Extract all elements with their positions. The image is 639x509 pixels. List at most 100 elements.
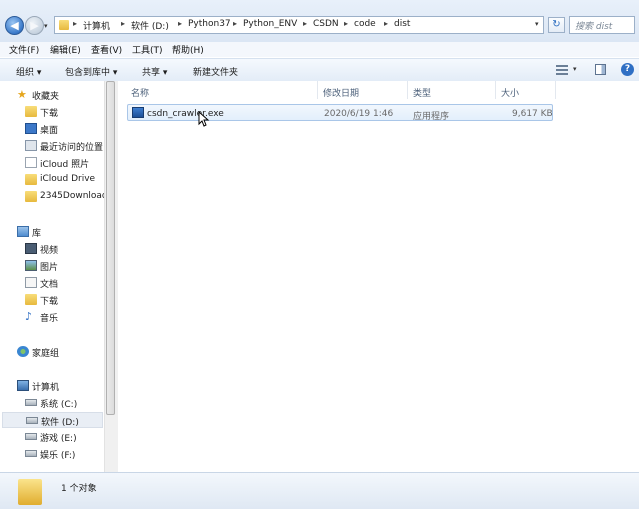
nav-favorites[interactable]: ★ 收藏夹 (17, 87, 105, 103)
column-divider[interactable] (407, 81, 408, 99)
back-button[interactable]: ◀ (5, 16, 24, 35)
column-name[interactable]: 名称 (131, 86, 149, 99)
table-row[interactable]: csdn_crawler.exe 2020/6/19 1:46 应用程序 9,6… (127, 104, 553, 122)
recent-pages-icon[interactable]: ▾ (44, 22, 48, 30)
file-type: 应用程序 (413, 112, 450, 122)
address-bar[interactable]: ▸ 计算机 ▸ 软件 (D:) ▸ Python37 ▸ Python_ENV … (54, 16, 544, 34)
nav-homegroup-label: 家庭组 (32, 349, 60, 359)
nav-label: 视频 (40, 246, 59, 256)
desktop-icon (25, 123, 37, 134)
menu-bar: 文件(F) 编辑(E) 查看(V) 工具(T) 帮助(H) (0, 42, 639, 57)
nav-item-desktop[interactable]: 桌面 (25, 121, 105, 137)
menu-file[interactable]: 文件(F) (9, 43, 39, 56)
column-divider[interactable] (555, 81, 556, 99)
column-divider[interactable] (495, 81, 496, 99)
video-icon (25, 243, 37, 254)
column-size[interactable]: 大小 (501, 86, 519, 99)
nav-item-downloads[interactable]: 下载 (25, 104, 105, 120)
nav-item-2345download[interactable]: 2345Download (25, 189, 105, 205)
mouse-cursor-icon (198, 111, 210, 127)
nav-label: 文档 (40, 280, 59, 290)
nav-label: iCloud 照片 (40, 160, 90, 170)
download-folder-icon (25, 294, 37, 305)
chevron-right-icon: ▸ (178, 19, 183, 28)
nav-label: 2345Download (40, 191, 105, 201)
nav-label: iCloud Drive (40, 174, 96, 184)
drive-icon (25, 450, 37, 457)
nav-label: 娱乐 (F:) (40, 451, 76, 461)
organize-button[interactable]: 组织 ▾ (16, 65, 41, 78)
chevron-right-icon: ▸ (384, 19, 389, 28)
column-modified[interactable]: 修改日期 (323, 86, 359, 99)
share-button[interactable]: 共享 ▾ (142, 65, 167, 78)
breadcrumb-csdn[interactable]: CSDN (313, 19, 339, 29)
breadcrumb-python37[interactable]: Python37 (188, 19, 231, 29)
menu-help[interactable]: 帮助(H) (172, 43, 204, 56)
nav-drive-e[interactable]: 游戏 (E:) (25, 429, 105, 445)
computer-icon (17, 380, 29, 391)
nav-item-icloud-photos[interactable]: iCloud 照片 (25, 155, 105, 171)
view-dropdown-icon[interactable]: ▾ (573, 65, 577, 73)
menu-edit[interactable]: 编辑(E) (50, 43, 81, 56)
file-size: 9,617 KB (512, 109, 553, 119)
file-list: 名称 修改日期 类型 大小 (118, 81, 639, 472)
nav-label: 图片 (40, 263, 59, 273)
navigation-pane: ★ 收藏夹 下载 桌面 最近访问的位置 iCloud 照片 iCloud Dri… (0, 81, 117, 472)
forward-button[interactable]: ▶ (25, 16, 44, 35)
include-in-library-button[interactable]: 包含到库中 ▾ (65, 65, 117, 78)
status-bar: 1 个对象 (0, 472, 639, 509)
nav-computer[interactable]: 计算机 (17, 378, 105, 394)
menu-view[interactable]: 查看(V) (91, 43, 122, 56)
address-dropdown-icon[interactable]: ▾ (535, 20, 539, 28)
help-icon[interactable]: ? (621, 63, 634, 76)
nav-item-recent-places[interactable]: 最近访问的位置 (25, 138, 105, 154)
homegroup-icon (17, 346, 29, 357)
nav-label: 最近访问的位置 (40, 143, 104, 153)
drive-icon (26, 417, 38, 424)
menu-tools[interactable]: 工具(T) (132, 43, 163, 56)
refresh-icon[interactable]: ↻ (548, 17, 565, 33)
nav-drive-d[interactable]: 软件 (D:) (2, 412, 103, 428)
breadcrumb-computer[interactable]: 计算机 (83, 19, 110, 32)
nav-label: 游戏 (E:) (40, 434, 77, 444)
breadcrumb-dist[interactable]: dist (394, 19, 410, 29)
star-icon: ★ (17, 88, 27, 101)
nav-scrollbar-thumb[interactable] (106, 81, 115, 415)
column-type[interactable]: 类型 (413, 86, 431, 99)
nav-favorites-label: 收藏夹 (32, 92, 60, 102)
nav-libraries[interactable]: 库 (17, 224, 105, 240)
address-row: ◀ ▶ ▾ ▸ 计算机 ▸ 软件 (D:) ▸ Python37 ▸ Pytho… (0, 0, 639, 43)
breadcrumb-code[interactable]: code (354, 19, 376, 29)
item-count: 1 个对象 (61, 484, 97, 494)
nav-item-documents[interactable]: 文档 (25, 275, 105, 291)
view-options-icon[interactable] (556, 64, 568, 75)
folder-icon (25, 174, 37, 185)
exe-icon (132, 107, 144, 118)
nav-libraries-label: 库 (32, 229, 42, 239)
breadcrumb-python-env[interactable]: Python_ENV (243, 19, 297, 29)
nav-drive-f[interactable]: 娱乐 (F:) (25, 446, 105, 462)
recent-places-icon (25, 140, 37, 151)
file-name: csdn_crawler.exe (147, 109, 224, 119)
new-folder-button[interactable]: 新建文件夹 (193, 65, 238, 78)
nav-item-videos[interactable]: 视频 (25, 241, 105, 257)
nav-homegroup[interactable]: 家庭组 (17, 344, 105, 360)
nav-label: 下载 (40, 297, 59, 307)
search-placeholder: 搜索 dist (575, 22, 613, 32)
nav-item-downloads-lib[interactable]: 下载 (25, 292, 105, 308)
search-input[interactable]: 搜索 dist (569, 16, 635, 34)
chevron-right-icon: ▸ (73, 19, 78, 28)
column-divider[interactable] (317, 81, 318, 99)
chevron-right-icon: ▸ (121, 19, 126, 28)
nav-item-music[interactable]: ♪ 音乐 (25, 309, 105, 325)
file-icon (25, 157, 37, 168)
file-modified: 2020/6/19 1:46 (324, 109, 394, 119)
preview-pane-icon[interactable] (595, 64, 606, 75)
nav-drive-c[interactable]: 系统 (C:) (25, 395, 105, 411)
breadcrumb-drive-d[interactable]: 软件 (D:) (131, 19, 169, 32)
drive-icon (25, 433, 37, 440)
folder-icon (59, 20, 69, 30)
nav-item-pictures[interactable]: 图片 (25, 258, 105, 274)
nav-item-icloud-drive[interactable]: iCloud Drive (25, 172, 105, 188)
drive-icon (25, 399, 37, 406)
